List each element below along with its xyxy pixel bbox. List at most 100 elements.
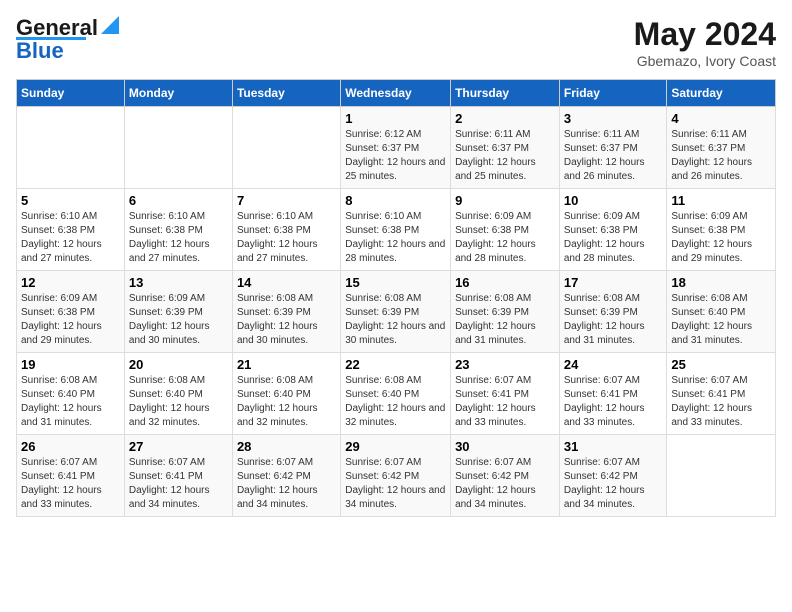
calendar-week-row: 19Sunrise: 6:08 AMSunset: 6:40 PMDayligh… bbox=[17, 353, 776, 435]
page-header: General Blue May 2024 Gbemazo, Ivory Coa… bbox=[16, 16, 776, 69]
title-block: May 2024 Gbemazo, Ivory Coast bbox=[634, 16, 776, 69]
day-info: Sunrise: 6:08 AMSunset: 6:39 PMDaylight:… bbox=[564, 292, 663, 348]
day-info: Sunrise: 6:07 AMSunset: 6:41 PMDaylight:… bbox=[21, 456, 120, 512]
day-info: Sunrise: 6:10 AMSunset: 6:38 PMDaylight:… bbox=[129, 210, 228, 266]
day-number: 13 bbox=[129, 275, 228, 290]
day-number: 1 bbox=[345, 111, 446, 126]
day-info: Sunrise: 6:10 AMSunset: 6:38 PMDaylight:… bbox=[237, 210, 336, 266]
day-info: Sunrise: 6:07 AMSunset: 6:42 PMDaylight:… bbox=[564, 456, 663, 512]
day-info: Sunrise: 6:09 AMSunset: 6:38 PMDaylight:… bbox=[671, 210, 771, 266]
calendar-cell: 30 Sunrise: 6:07 AMSunset: 6:42 PMDayligh… bbox=[451, 435, 560, 517]
calendar-cell: 22 Sunrise: 6:08 AMSunset: 6:40 PMDayligh… bbox=[341, 353, 451, 435]
day-info: Sunrise: 6:07 AMSunset: 6:41 PMDaylight:… bbox=[129, 456, 228, 512]
day-number: 7 bbox=[237, 193, 336, 208]
calendar-cell: 7 Sunrise: 6:10 AMSunset: 6:38 PMDaylight… bbox=[232, 189, 340, 271]
day-number: 20 bbox=[129, 357, 228, 372]
day-number: 26 bbox=[21, 439, 120, 454]
calendar-cell: 21 Sunrise: 6:08 AMSunset: 6:40 PMDayligh… bbox=[232, 353, 340, 435]
day-info: Sunrise: 6:08 AMSunset: 6:40 PMDaylight:… bbox=[671, 292, 771, 348]
day-number: 3 bbox=[564, 111, 663, 126]
calendar-cell: 17 Sunrise: 6:08 AMSunset: 6:39 PMDayligh… bbox=[559, 271, 667, 353]
day-info: Sunrise: 6:07 AMSunset: 6:42 PMDaylight:… bbox=[455, 456, 555, 512]
calendar-cell: 25Sunrise: 6:07 AMSunset: 6:41 PMDayligh… bbox=[667, 353, 776, 435]
calendar-cell: 29Sunrise: 6:07 AMSunset: 6:42 PMDayligh… bbox=[341, 435, 451, 517]
calendar-cell: 14 Sunrise: 6:08 AMSunset: 6:39 PMDayligh… bbox=[232, 271, 340, 353]
calendar-header-row: SundayMondayTuesdayWednesdayThursdayFrid… bbox=[17, 80, 776, 107]
calendar-cell: 16Sunrise: 6:08 AMSunset: 6:39 PMDayligh… bbox=[451, 271, 560, 353]
day-number: 9 bbox=[455, 193, 555, 208]
day-number: 21 bbox=[237, 357, 336, 372]
day-info: Sunrise: 6:10 AMSunset: 6:38 PMDaylight:… bbox=[21, 210, 120, 266]
page-subtitle: Gbemazo, Ivory Coast bbox=[634, 53, 776, 69]
day-info: Sunrise: 6:11 AMSunset: 6:37 PMDaylight:… bbox=[671, 128, 771, 184]
day-info: Sunrise: 6:08 AMSunset: 6:40 PMDaylight:… bbox=[345, 374, 446, 430]
day-number: 8 bbox=[345, 193, 446, 208]
day-number: 16 bbox=[455, 275, 555, 290]
day-number: 6 bbox=[129, 193, 228, 208]
column-header-saturday: Saturday bbox=[667, 80, 776, 107]
day-number: 18 bbox=[671, 275, 771, 290]
calendar-cell bbox=[124, 107, 232, 189]
day-info: Sunrise: 6:07 AMSunset: 6:41 PMDaylight:… bbox=[564, 374, 663, 430]
day-number: 5 bbox=[21, 193, 120, 208]
calendar-week-row: 1 Sunrise: 6:12 AMSunset: 6:37 PMDaylight… bbox=[17, 107, 776, 189]
calendar-week-row: 26 Sunrise: 6:07 AMSunset: 6:41 PMDayligh… bbox=[17, 435, 776, 517]
calendar-cell bbox=[667, 435, 776, 517]
column-header-wednesday: Wednesday bbox=[341, 80, 451, 107]
calendar-cell: 23 Sunrise: 6:07 AMSunset: 6:41 PMDayligh… bbox=[451, 353, 560, 435]
calendar-cell: 5 Sunrise: 6:10 AMSunset: 6:38 PMDaylight… bbox=[17, 189, 125, 271]
calendar-cell: 4Sunrise: 6:11 AMSunset: 6:37 PMDaylight… bbox=[667, 107, 776, 189]
logo-general: General bbox=[16, 17, 98, 39]
calendar-cell: 11Sunrise: 6:09 AMSunset: 6:38 PMDayligh… bbox=[667, 189, 776, 271]
calendar-cell: 3 Sunrise: 6:11 AMSunset: 6:37 PMDaylight… bbox=[559, 107, 667, 189]
day-number: 30 bbox=[455, 439, 555, 454]
day-number: 14 bbox=[237, 275, 336, 290]
day-info: Sunrise: 6:08 AMSunset: 6:40 PMDaylight:… bbox=[21, 374, 120, 430]
day-info: Sunrise: 6:08 AMSunset: 6:40 PMDaylight:… bbox=[237, 374, 336, 430]
logo-blue: Blue bbox=[16, 38, 64, 63]
calendar-cell: 2Sunrise: 6:11 AMSunset: 6:37 PMDaylight… bbox=[451, 107, 560, 189]
calendar-cell: 6 Sunrise: 6:10 AMSunset: 6:38 PMDaylight… bbox=[124, 189, 232, 271]
day-info: Sunrise: 6:11 AMSunset: 6:37 PMDaylight:… bbox=[564, 128, 663, 184]
calendar-week-row: 5 Sunrise: 6:10 AMSunset: 6:38 PMDaylight… bbox=[17, 189, 776, 271]
day-info: Sunrise: 6:08 AMSunset: 6:39 PMDaylight:… bbox=[237, 292, 336, 348]
page-title: May 2024 bbox=[634, 16, 776, 53]
logo: General Blue bbox=[16, 16, 119, 63]
column-header-sunday: Sunday bbox=[17, 80, 125, 107]
day-info: Sunrise: 6:09 AMSunset: 6:38 PMDaylight:… bbox=[455, 210, 555, 266]
day-number: 17 bbox=[564, 275, 663, 290]
calendar-cell: 24 Sunrise: 6:07 AMSunset: 6:41 PMDayligh… bbox=[559, 353, 667, 435]
day-info: Sunrise: 6:07 AMSunset: 6:41 PMDaylight:… bbox=[455, 374, 555, 430]
calendar-cell: 20 Sunrise: 6:08 AMSunset: 6:40 PMDayligh… bbox=[124, 353, 232, 435]
calendar-cell: 13Sunrise: 6:09 AMSunset: 6:39 PMDayligh… bbox=[124, 271, 232, 353]
day-number: 12 bbox=[21, 275, 120, 290]
calendar-cell: 26 Sunrise: 6:07 AMSunset: 6:41 PMDayligh… bbox=[17, 435, 125, 517]
column-header-thursday: Thursday bbox=[451, 80, 560, 107]
day-info: Sunrise: 6:07 AMSunset: 6:42 PMDaylight:… bbox=[237, 456, 336, 512]
day-number: 15 bbox=[345, 275, 446, 290]
column-header-friday: Friday bbox=[559, 80, 667, 107]
day-number: 31 bbox=[564, 439, 663, 454]
day-info: Sunrise: 6:12 AMSunset: 6:37 PMDaylight:… bbox=[345, 128, 446, 184]
calendar-week-row: 12Sunrise: 6:09 AMSunset: 6:38 PMDayligh… bbox=[17, 271, 776, 353]
day-info: Sunrise: 6:08 AMSunset: 6:40 PMDaylight:… bbox=[129, 374, 228, 430]
day-number: 22 bbox=[345, 357, 446, 372]
day-number: 25 bbox=[671, 357, 771, 372]
day-number: 10 bbox=[564, 193, 663, 208]
day-number: 23 bbox=[455, 357, 555, 372]
day-info: Sunrise: 6:10 AMSunset: 6:38 PMDaylight:… bbox=[345, 210, 446, 266]
calendar-cell: 28 Sunrise: 6:07 AMSunset: 6:42 PMDayligh… bbox=[232, 435, 340, 517]
calendar-cell: 31 Sunrise: 6:07 AMSunset: 6:42 PMDayligh… bbox=[559, 435, 667, 517]
day-number: 24 bbox=[564, 357, 663, 372]
calendar-cell: 10 Sunrise: 6:09 AMSunset: 6:38 PMDayligh… bbox=[559, 189, 667, 271]
calendar-cell: 8 Sunrise: 6:10 AMSunset: 6:38 PMDaylight… bbox=[341, 189, 451, 271]
calendar-cell: 15 Sunrise: 6:08 AMSunset: 6:39 PMDayligh… bbox=[341, 271, 451, 353]
day-number: 2 bbox=[455, 111, 555, 126]
calendar-cell: 18 Sunrise: 6:08 AMSunset: 6:40 PMDayligh… bbox=[667, 271, 776, 353]
day-info: Sunrise: 6:09 AMSunset: 6:38 PMDaylight:… bbox=[564, 210, 663, 266]
calendar-cell: 19Sunrise: 6:08 AMSunset: 6:40 PMDayligh… bbox=[17, 353, 125, 435]
day-info: Sunrise: 6:08 AMSunset: 6:39 PMDaylight:… bbox=[345, 292, 446, 348]
day-info: Sunrise: 6:07 AMSunset: 6:42 PMDaylight:… bbox=[345, 456, 446, 512]
day-number: 28 bbox=[237, 439, 336, 454]
calendar-cell: 1 Sunrise: 6:12 AMSunset: 6:37 PMDaylight… bbox=[341, 107, 451, 189]
